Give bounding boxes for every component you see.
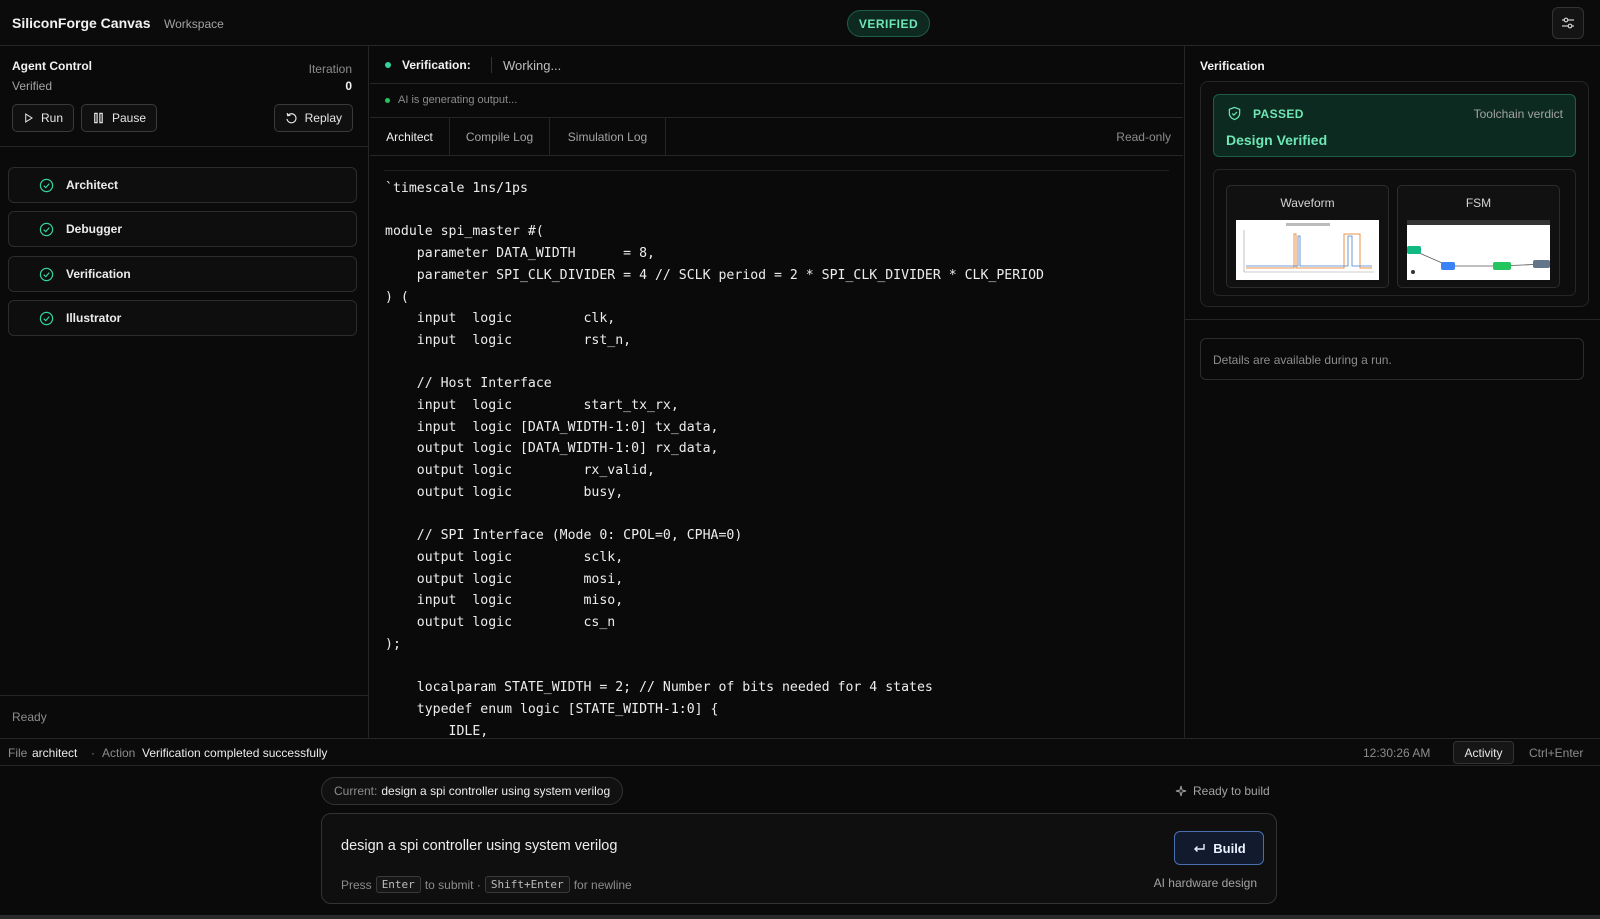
replay-icon [286, 112, 297, 124]
replay-button[interactable]: Replay [274, 104, 353, 132]
file-value: architect [32, 746, 78, 760]
tab-bar: Architect Compile Log Simulation Log Rea… [370, 118, 1183, 156]
build-button[interactable]: Build [1174, 831, 1264, 865]
current-label: Current: [334, 784, 378, 798]
thumbnail-label: FSM [1465, 196, 1492, 210]
build-label: Build [1213, 840, 1246, 856]
iteration-label: Iteration [308, 62, 352, 76]
action-value: Verification completed successfully [142, 746, 328, 760]
agent-item-debugger[interactable]: Debugger [8, 211, 357, 247]
pause-label: Pause [111, 111, 146, 125]
fsm-thumbnail[interactable]: FSM [1397, 185, 1560, 288]
timestamp: 12:30:26 AM [1363, 746, 1431, 760]
divider [1185, 319, 1600, 320]
check-circle-icon [39, 267, 54, 282]
shift-enter-key: Shift+Enter [484, 876, 570, 893]
composer-footer-label: AI hardware design [1153, 876, 1257, 890]
hint-text: Press [341, 877, 372, 892]
run-label: Run [40, 111, 63, 125]
workspace-label: Workspace [164, 17, 224, 31]
ready-to-build-status: Ready to build [1175, 784, 1270, 798]
code-viewer[interactable]: `timescale 1ns/1ps module spi_master #( … [370, 156, 1183, 738]
sparkle-icon [1175, 785, 1187, 797]
thumbnail-label: Waveform [1280, 196, 1335, 210]
verification-panel: Verification PASSED Toolchain verdict De… [1184, 46, 1600, 738]
activity-button[interactable]: Activity [1453, 741, 1514, 764]
fsm-preview-image [1407, 220, 1550, 280]
pause-icon [94, 112, 103, 124]
file-label: File [8, 746, 28, 760]
ready-to-build-label: Ready to build [1193, 784, 1270, 798]
waveform-thumbnail[interactable]: Waveform [1226, 185, 1389, 288]
status-dot-icon [385, 62, 391, 68]
verification-card: PASSED Toolchain verdict Design Verified… [1200, 81, 1589, 307]
verification-result: Design Verified [1226, 132, 1328, 148]
hint-text: for newline [573, 877, 632, 892]
generating-text: AI is generating output... [398, 94, 518, 106]
run-button[interactable]: Run [12, 104, 74, 132]
agent-item-label: Architect [66, 178, 119, 192]
verification-status-row: Verification: Working... [370, 46, 1183, 84]
shortcut-hint: Ctrl+Enter [1529, 746, 1584, 760]
iteration-value: 0 [345, 79, 352, 93]
prompt-composer: design a spi controller using system ver… [321, 813, 1277, 904]
separator-dot: · [91, 746, 95, 760]
verification-label: Verification: [402, 58, 471, 72]
check-circle-icon [39, 178, 54, 193]
divider [0, 695, 368, 696]
generation-status-row: AI is generating output... [370, 84, 1183, 118]
agent-item-verification[interactable]: Verification [8, 256, 357, 292]
status-dot-icon [385, 98, 390, 103]
divider [384, 170, 1169, 171]
bottom-edge [0, 915, 1600, 919]
agent-control-panel: Agent Control Verified Iteration 0 Run P… [0, 46, 369, 738]
tab-compile-log[interactable]: Compile Log [450, 118, 550, 156]
hint-text: to submit · [424, 877, 481, 892]
status-badge: VERIFIED [847, 10, 930, 37]
verdict-card: PASSED Toolchain verdict Design Verified [1213, 94, 1576, 157]
enter-key: Enter [375, 876, 421, 893]
panel-title: Verification [1200, 59, 1265, 73]
play-icon [25, 113, 33, 123]
artifact-thumbnails: Waveform FSM [1213, 169, 1576, 296]
agent-item-architect[interactable]: Architect [8, 167, 357, 203]
replay-label: Replay [304, 111, 342, 125]
top-bar: SiliconForge Canvas Workspace VERIFIED [0, 0, 1600, 46]
enter-icon [1194, 844, 1205, 852]
action-label: Action [102, 746, 136, 760]
tab-architect[interactable]: Architect [370, 118, 450, 156]
shield-check-icon [1228, 106, 1241, 121]
prompt-input[interactable]: design a spi controller using system ver… [341, 838, 617, 854]
agent-status: Verified [12, 79, 53, 93]
settings-button[interactable] [1552, 7, 1584, 39]
agent-item-label: Verification [66, 267, 131, 281]
details-placeholder: Details are available during a run. [1200, 338, 1584, 380]
current-prompt-pill: Current: design a spi controller using s… [321, 777, 624, 805]
app-title: SiliconForge Canvas [12, 15, 151, 31]
divider [491, 57, 492, 73]
passed-label: PASSED [1253, 107, 1304, 121]
editor-panel: Verification: Working... AI is generatin… [370, 46, 1183, 738]
keyboard-hint: Press Enter to submit · Shift+Enter for … [341, 876, 632, 893]
status-bar: File architect · Action Verification com… [0, 738, 1600, 766]
pause-button[interactable]: Pause [81, 104, 157, 132]
agent-item-label: Illustrator [66, 311, 122, 325]
agent-item-illustrator[interactable]: Illustrator [8, 300, 357, 336]
code-content: `timescale 1ns/1ps module spi_master #( … [385, 181, 1044, 738]
agent-item-label: Debugger [66, 222, 123, 236]
ready-status: Ready [12, 710, 47, 724]
sliders-icon [1562, 17, 1574, 29]
divider [0, 146, 368, 147]
verification-state: Working... [503, 58, 562, 73]
panel-title: Agent Control [12, 59, 92, 73]
waveform-preview-image [1236, 220, 1379, 280]
verdict-source-label: Toolchain verdict [1473, 107, 1563, 121]
check-circle-icon [39, 311, 54, 326]
read-only-label: Read-only [1116, 130, 1171, 144]
tab-simulation-log[interactable]: Simulation Log [550, 118, 666, 156]
current-value: design a spi controller using system ver… [381, 784, 611, 798]
check-circle-icon [39, 222, 54, 237]
